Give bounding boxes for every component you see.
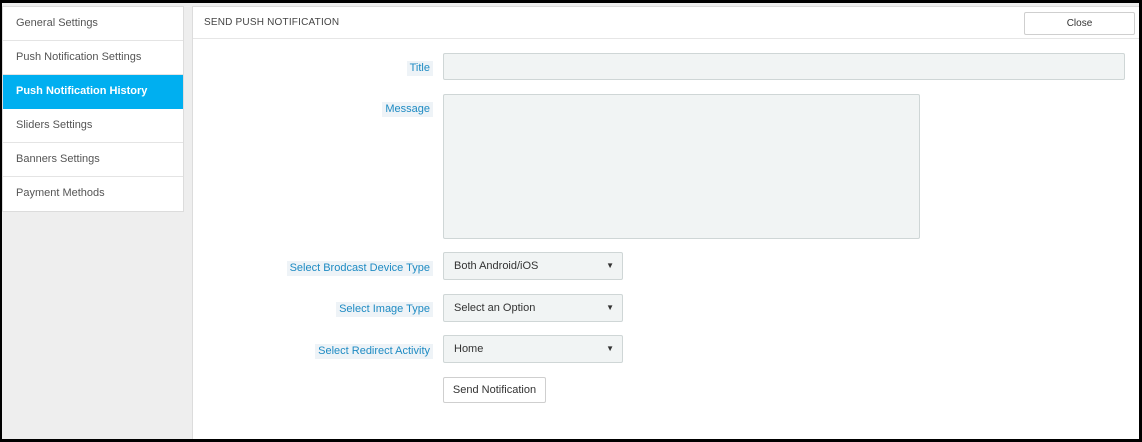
sidebar-item-label: Push Notification History [16,85,148,97]
app-frame: General Settings Push Notification Setti… [2,3,1139,439]
chevron-down-icon: ▼ [606,344,614,353]
sidebar-item-push-notification-history[interactable]: Push Notification History [3,75,183,109]
message-label: Message [382,102,433,117]
settings-sidebar: General Settings Push Notification Setti… [2,6,184,212]
sidebar-item-general-settings[interactable]: General Settings [3,7,183,41]
chevron-down-icon: ▼ [606,261,614,270]
image-type-select[interactable]: Select an Option ▼ [443,294,623,322]
image-type-label: Select Image Type [336,302,433,317]
redirect-activity-select[interactable]: Home ▼ [443,335,623,363]
sidebar-item-payment-methods[interactable]: Payment Methods [3,177,183,211]
chevron-down-icon: ▼ [606,303,614,312]
sidebar-item-sliders-settings[interactable]: Sliders Settings [3,109,183,143]
title-label: Title [406,61,433,76]
device-type-value: Both Android/iOS [454,260,539,272]
title-input[interactable] [443,53,1125,80]
sidebar-item-label: Push Notification Settings [16,51,142,63]
send-notification-button[interactable]: Send Notification [443,377,546,403]
sidebar-item-label: General Settings [16,17,98,29]
redirect-activity-label: Select Redirect Activity [315,344,433,359]
sidebar-item-banners-settings[interactable]: Banners Settings [3,143,183,177]
device-type-select[interactable]: Both Android/iOS ▼ [443,252,623,280]
sidebar-item-push-notification-settings[interactable]: Push Notification Settings [3,41,183,75]
message-textarea[interactable] [443,94,920,239]
panel-title: SEND PUSH NOTIFICATION [204,17,340,28]
redirect-activity-value: Home [454,343,484,355]
device-type-label: Select Brodcast Device Type [286,261,433,276]
close-button[interactable]: Close [1024,12,1135,35]
panel-header: SEND PUSH NOTIFICATION Close [193,7,1139,39]
sidebar-item-label: Payment Methods [16,187,105,199]
sidebar-item-label: Sliders Settings [16,119,93,131]
send-push-notification-panel: SEND PUSH NOTIFICATION Close Title Messa… [192,6,1139,439]
sidebar-item-label: Banners Settings [16,153,100,165]
image-type-value: Select an Option [454,302,536,314]
